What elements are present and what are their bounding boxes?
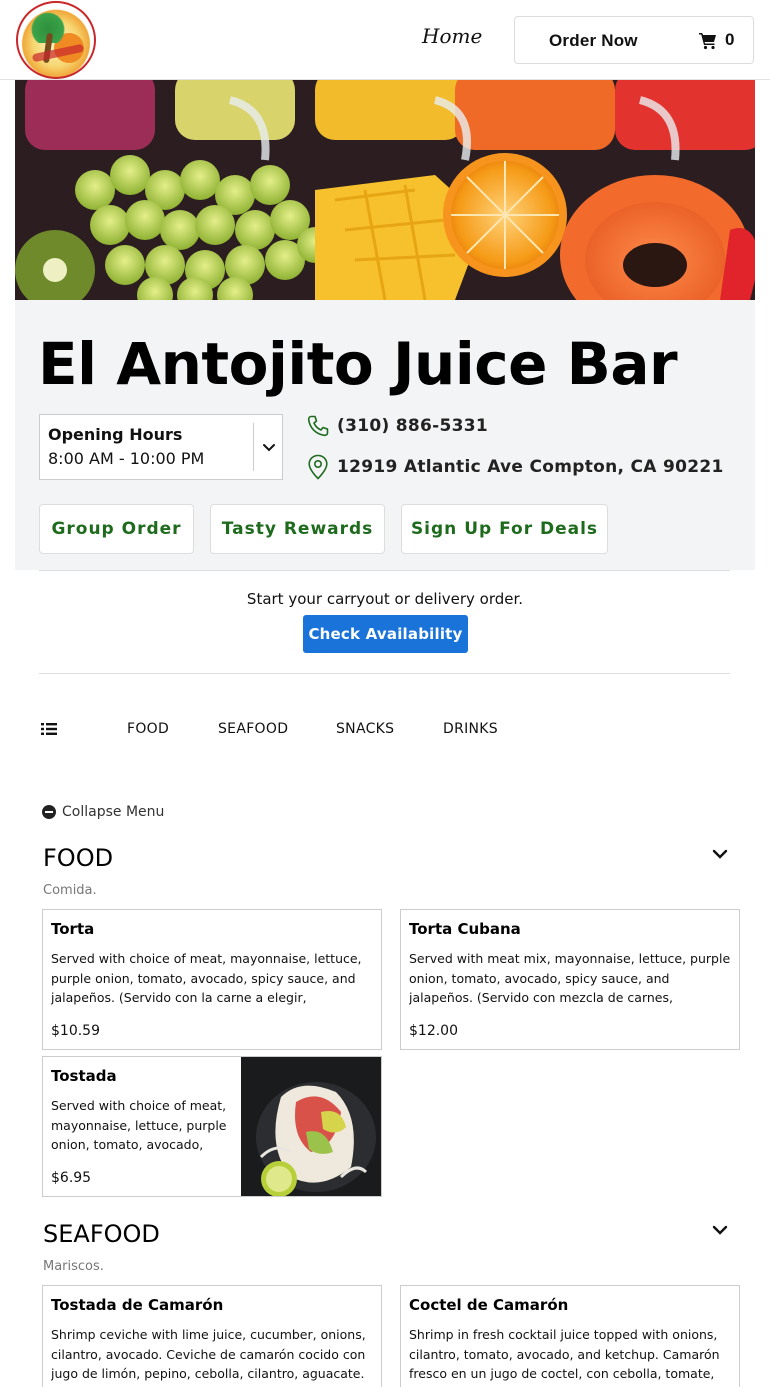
phone-number-link[interactable]: (310) 886-5331: [337, 416, 488, 436]
category-tab-seafood[interactable]: SEAFOOD: [218, 721, 288, 737]
shopping-cart-icon: [699, 33, 716, 50]
category-tab-drinks[interactable]: DRINKS: [443, 721, 498, 737]
menu-item-name: Tostada: [51, 1067, 117, 1085]
menu-item-card[interactable]: Coctel de Camarón Shrimp in fresh cockta…: [400, 1285, 740, 1387]
section-subtitle-food: Comida.: [43, 883, 97, 898]
fruit-juice-banner-image: [15, 80, 755, 300]
category-list-icon[interactable]: [41, 722, 57, 736]
menu-item-price: $6.95: [51, 1170, 92, 1186]
nav-home-link[interactable]: Home: [422, 24, 482, 48]
chevron-down-icon[interactable]: [711, 845, 729, 863]
order-prompt-text: Start your carryout or delivery order.: [246, 590, 524, 608]
address-link[interactable]: 12919 Atlantic Ave Compton, CA 90221: [337, 457, 724, 477]
collapse-menu-label: Collapse Menu: [62, 804, 165, 820]
location-pin-icon: [308, 454, 328, 480]
divider-top: [39, 570, 730, 571]
collapse-menu-toggle[interactable]: Collapse Menu: [42, 804, 164, 820]
group-order-button[interactable]: Group Order: [39, 504, 194, 554]
menu-item-name: Torta Cubana: [409, 920, 521, 938]
chevron-down-icon: [263, 444, 275, 452]
divider-bottom: [39, 673, 730, 674]
minus-circle-icon: [42, 805, 56, 819]
phone-icon: [307, 415, 329, 437]
restaurant-name: El Antojito Juice Bar: [38, 330, 678, 398]
opening-hours-title: Opening Hours: [48, 425, 183, 444]
menu-item-description: Shrimp ceviche with lime juice, cucumber…: [51, 1327, 366, 1381]
menu-item-description: Shrimp in fresh cocktail juice topped wi…: [409, 1327, 720, 1381]
menu-item-price: $10.59: [51, 1023, 100, 1039]
menu-item-name: Tostada de Camarón: [51, 1296, 224, 1314]
check-availability-button[interactable]: Check Availability: [303, 615, 468, 653]
cart-count: 0: [725, 30, 735, 49]
menu-item-card[interactable]: Torta Served with choice of meat, mayonn…: [42, 909, 382, 1050]
menu-item-name: Torta: [51, 920, 95, 938]
restaurant-logo[interactable]: [16, 1, 96, 79]
menu-item-description: Served with meat mix, mayonnaise, lettuc…: [409, 951, 731, 1005]
menu-item-name: Coctel de Camarón: [409, 1296, 569, 1314]
sign-up-deals-button[interactable]: Sign Up For Deals: [401, 504, 608, 554]
section-title-seafood: SEAFOOD: [43, 1220, 160, 1248]
menu-item-description: Served with choice of meat, mayonnaise, …: [51, 951, 362, 1005]
section-title-food: FOOD: [43, 844, 114, 872]
order-now-label: Order Now: [549, 31, 638, 50]
opening-hours-value: 8:00 AM - 10:00 PM: [48, 449, 205, 468]
hero-banner: [15, 80, 755, 300]
opening-hours-dropdown[interactable]: Opening Hours 8:00 AM - 10:00 PM: [39, 414, 283, 480]
section-subtitle-seafood: Mariscos.: [43, 1259, 104, 1274]
restaurant-info-panel: El Antojito Juice Bar Opening Hours 8:00…: [15, 300, 755, 570]
tasty-rewards-button[interactable]: Tasty Rewards: [210, 504, 385, 554]
menu-item-description: Served with choice of meat, mayonnaise, …: [51, 1098, 227, 1152]
menu-item-card[interactable]: Tostada Served with choice of meat, mayo…: [42, 1056, 382, 1197]
opening-hours-divider: [253, 423, 254, 471]
tostada-photo: [241, 1057, 381, 1196]
menu-item-card[interactable]: Torta Cubana Served with meat mix, mayon…: [400, 909, 740, 1050]
chevron-down-icon[interactable]: [711, 1221, 729, 1239]
category-tab-snacks[interactable]: SNACKS: [336, 721, 394, 737]
site-header: Home Order Now 0: [0, 0, 770, 80]
menu-item-card[interactable]: Tostada de Camarón Shrimp ceviche with l…: [42, 1285, 382, 1387]
menu-item-price: $12.00: [409, 1023, 458, 1039]
category-tab-food[interactable]: FOOD: [127, 721, 169, 737]
menu-item-photo: [241, 1057, 381, 1196]
order-now-button[interactable]: Order Now 0: [514, 16, 754, 64]
